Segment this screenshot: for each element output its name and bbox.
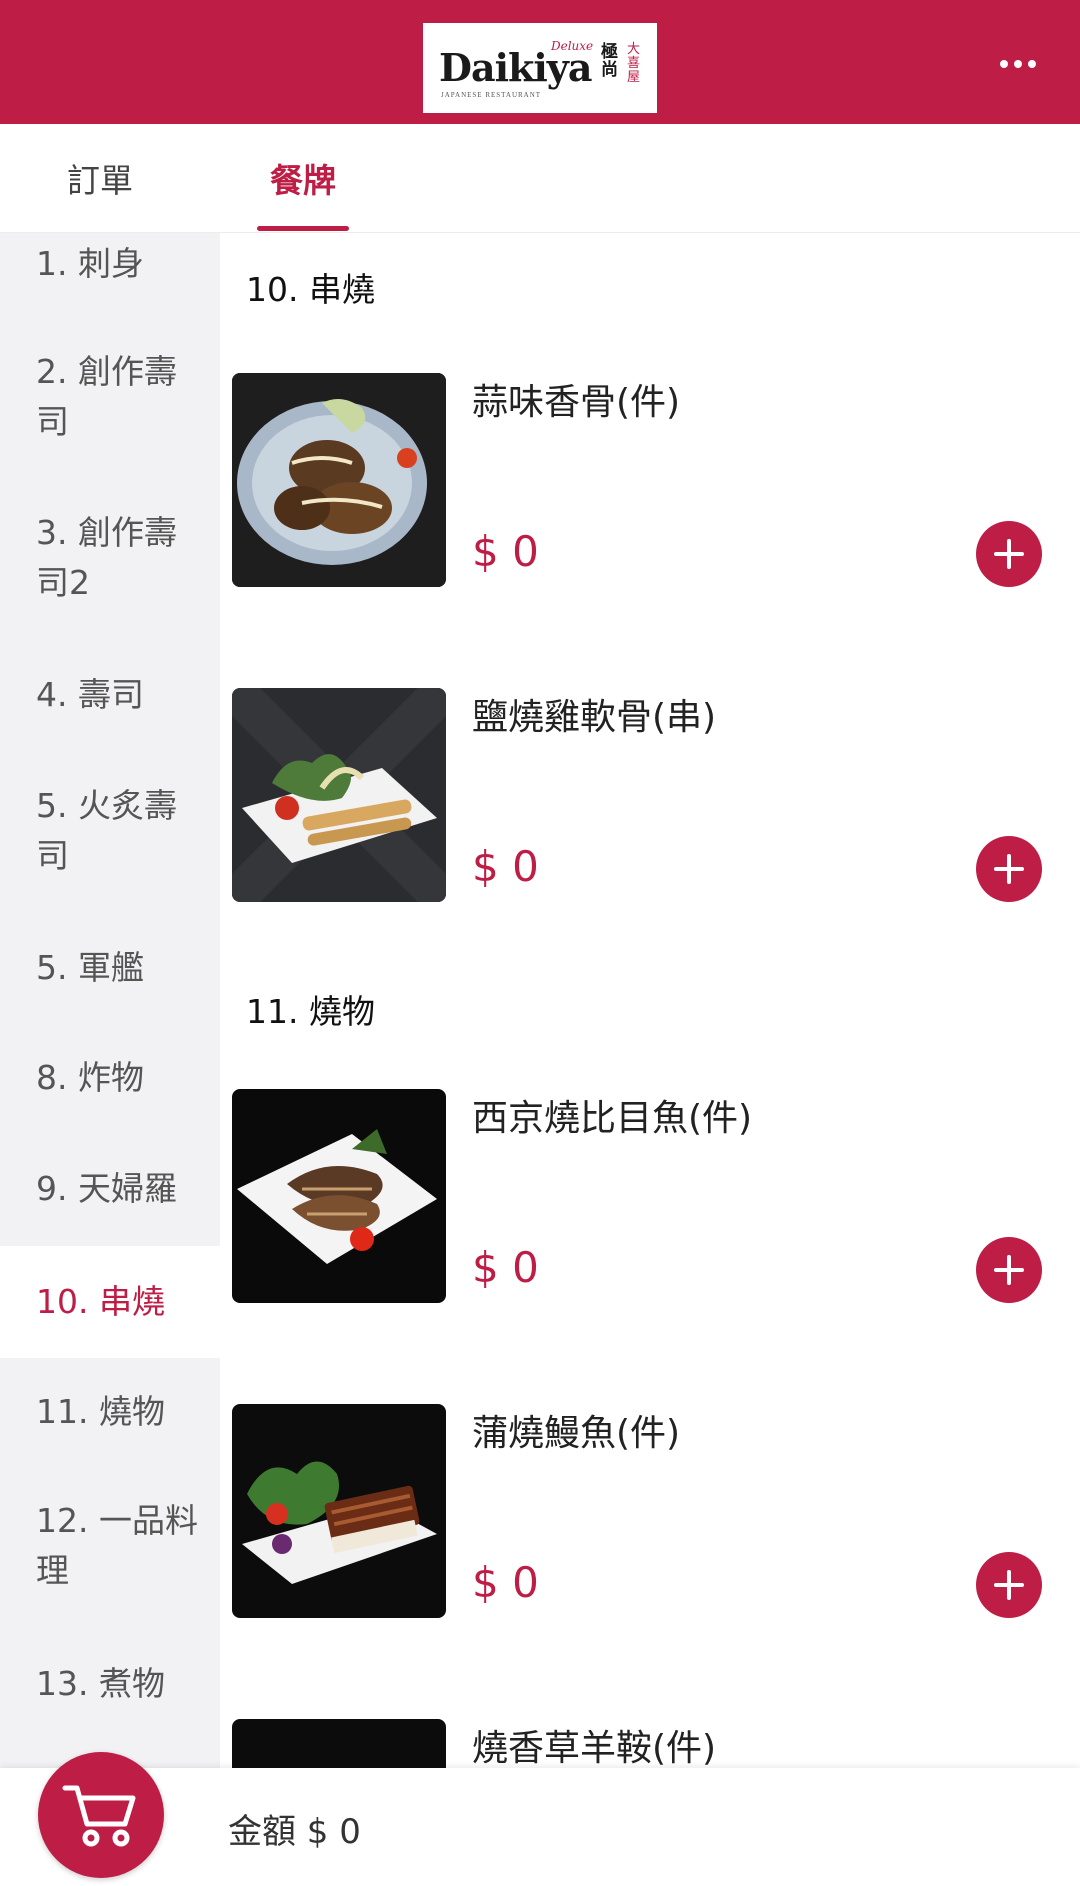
tab-menu[interactable]: 餐牌 [240,124,366,232]
sidebar-item-creative-sushi-2[interactable]: 3. 創作壽司2 [0,508,200,608]
sidebar-item-sashimi[interactable]: 1. 刺身 [0,239,220,289]
sidebar-item-nimono[interactable]: 13. 煮物 [0,1659,220,1709]
item-image[interactable] [232,1719,446,1768]
sidebar-curve-top [0,1216,220,1246]
item-image[interactable] [232,1404,446,1618]
menu-content: 10. 串燒 蒜味香骨(件) $ 0 鹽燒雞軟骨(串) $ 0 11. 燒物 西… [220,233,1080,1768]
more-dots-icon[interactable] [990,44,1046,84]
item-price: $ 0 [472,842,539,891]
add-item-button[interactable] [976,521,1042,587]
item-name: 西京燒比目魚(件) [472,1098,753,1139]
tab-bar: 訂單 餐牌 [0,124,1080,233]
category-sidebar: 1. 刺身 2. 創作壽司 3. 創作壽司2 4. 壽司 5. 火炙壽司 5. … [0,233,220,1768]
item-image[interactable] [232,688,446,902]
plus-icon [994,1570,1024,1600]
section-title: 10. 串燒 [246,270,375,309]
item-price: $ 0 [472,1558,539,1607]
item-name: 鹽燒雞軟骨(串) [472,697,717,738]
logo-kanji-red: 大喜屋 [627,42,641,85]
cart-button[interactable] [38,1752,164,1878]
section-title: 11. 燒物 [246,992,375,1031]
item-name: 燒香草羊鞍(件) [472,1728,717,1768]
item-price: $ 0 [472,527,539,576]
add-item-button[interactable] [976,1237,1042,1303]
order-total: 金額 $ 0 [228,1812,361,1852]
tab-orders[interactable]: 訂單 [40,124,160,232]
sidebar-item-ippin[interactable]: 12. 一品料理 [0,1496,200,1596]
shopping-cart-icon [62,1785,136,1847]
active-tab-indicator [257,226,349,231]
logo-subtitle: JAPANESE RESTAURANT [441,91,542,99]
restaurant-logo: Daikiya Deluxe JAPANESE RESTAURANT 極尚 大喜… [423,23,657,113]
sidebar-item-kushiyaki[interactable]: 10. 串燒 [0,1246,220,1358]
plus-icon [994,1255,1024,1285]
sidebar-item-fried[interactable]: 8. 炸物 [0,1053,220,1103]
item-image[interactable] [232,373,446,587]
sidebar-item-creative-sushi[interactable]: 2. 創作壽司 [0,347,200,447]
sidebar-item-tempura[interactable]: 9. 天婦羅 [0,1164,220,1214]
add-item-button[interactable] [976,836,1042,902]
item-name: 蒜味香骨(件) [472,382,681,423]
sidebar-item-sushi[interactable]: 4. 壽司 [0,670,220,720]
item-name: 蒲燒鰻魚(件) [472,1413,681,1454]
item-price: $ 0 [472,1243,539,1292]
sidebar-item-aburi-sushi[interactable]: 5. 火炙壽司 [0,781,200,881]
logo-kanji: 極尚 [601,42,618,80]
sidebar-item-gunkan[interactable]: 5. 軍艦 [0,943,220,993]
logo-script: Deluxe [551,39,594,53]
app-header: Daikiya Deluxe JAPANESE RESTAURANT 極尚 大喜… [0,0,1080,124]
add-item-button[interactable] [976,1552,1042,1618]
sidebar-item-grilled[interactable]: 11. 燒物 [0,1387,220,1437]
item-image[interactable] [232,1089,446,1303]
sidebar-curve-bottom [0,1358,220,1388]
plus-icon [994,539,1024,569]
plus-icon [994,854,1024,884]
